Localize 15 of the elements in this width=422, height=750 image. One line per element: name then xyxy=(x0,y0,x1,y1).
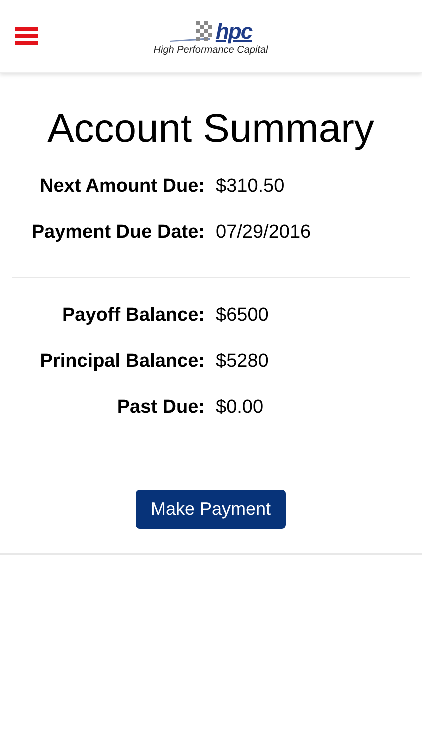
make-payment-button[interactable]: Make Payment xyxy=(136,490,286,529)
page-title: Account Summary xyxy=(46,106,376,153)
menu-icon[interactable] xyxy=(15,27,38,45)
field-label: Payment Due Date: xyxy=(30,221,205,245)
field-value: $0.00 xyxy=(216,396,265,420)
field-label: Next Amount Due: xyxy=(38,175,205,199)
field-value: $5280 xyxy=(216,350,270,374)
field-value: $310.50 xyxy=(216,175,286,199)
field-value: 07/29/2016 xyxy=(216,221,312,245)
logo-caption: High Performance Capital xyxy=(154,44,268,56)
field-label: Principal Balance: xyxy=(39,350,205,374)
field-label: Past Due: xyxy=(116,396,205,420)
field-value: $6500 xyxy=(216,304,270,328)
logo-wordmark: hpc xyxy=(216,20,252,42)
field-label: Payoff Balance: xyxy=(61,304,205,328)
